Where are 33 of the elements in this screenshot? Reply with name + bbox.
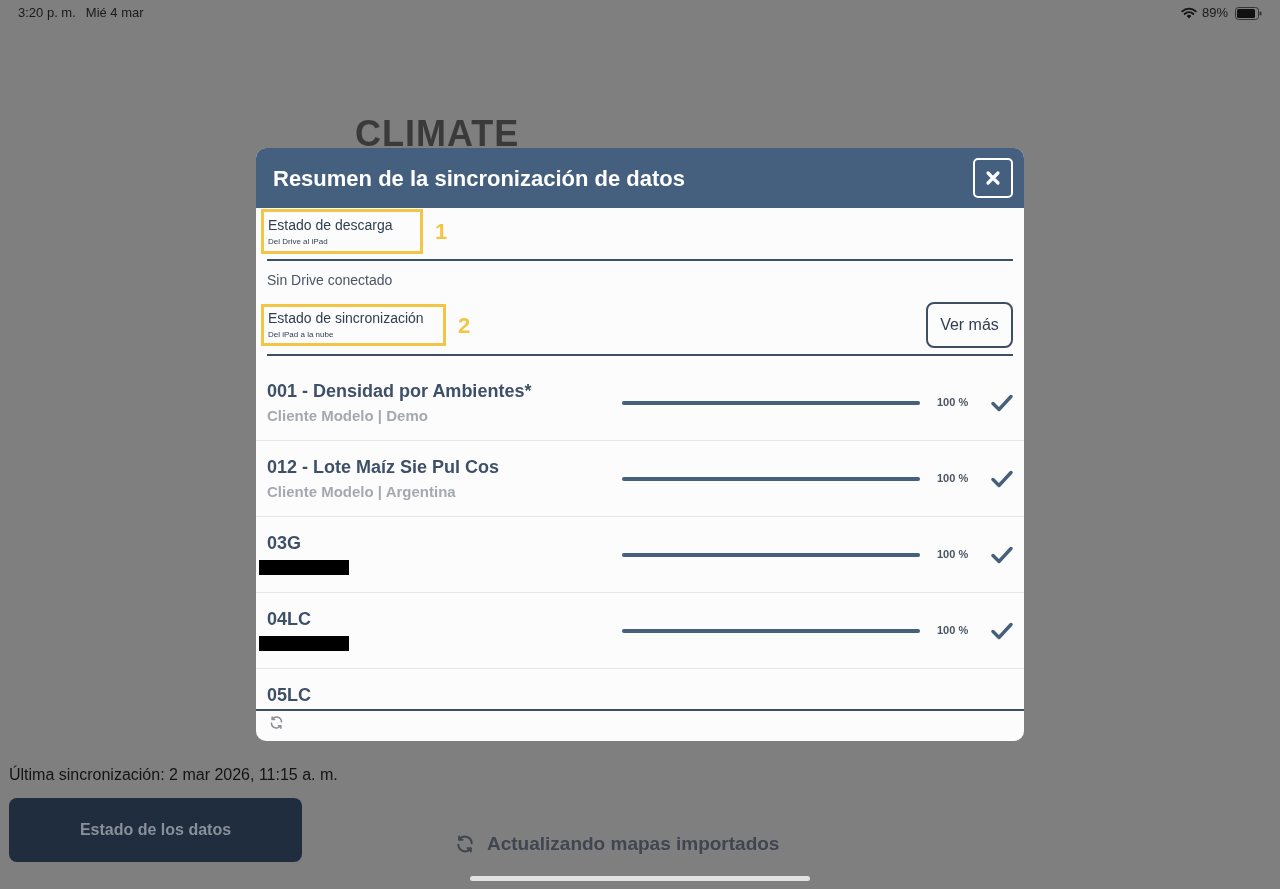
status-time: 3:20 p. m. [18,4,76,23]
item-subtitle: Cliente Modelo | Argentina [267,482,456,502]
sync-icon [455,834,475,854]
section-title: Estado de descarga [268,216,394,234]
refresh-icon[interactable] [269,715,284,730]
section-subtitle: Del iPad a la nube [268,330,335,340]
progress-percent: 100 % [937,547,970,563]
item-title: 03G [267,532,302,554]
battery-percent: 89% [1201,4,1228,23]
status-date: Mié 4 mar [85,4,144,23]
annotation-number: 1 [435,217,448,246]
progress-percent: 100 % [937,471,970,487]
item-title: 012 - Lote Maíz Sie Pul Cos [267,456,500,478]
item-title: 05LC [267,684,311,706]
see-more-button[interactable]: Ver más [926,302,1013,348]
app-logo: CLIMATE [355,114,520,154]
drive-status-text: Sin Drive conectado [267,271,393,289]
data-status-button[interactable]: Estado de los datos [9,798,302,862]
item-title: 04LC [267,608,311,630]
battery-icon [1235,6,1262,20]
item-subtitle: Cliente Modelo | Demo [267,406,428,426]
progress-percent: 100 % [937,623,970,639]
close-button[interactable] [973,158,1013,198]
annotation-number: 2 [458,311,471,340]
activity-text: Actualizando mapas importados [487,832,780,856]
close-icon [985,170,1001,186]
last-sync-text: Última sincronización: 2 mar 2026, 11:15 a. m. [9,765,338,785]
wifi-icon [1180,7,1197,19]
dialog-title: Resumen de la sincronización de datos [273,164,685,193]
section-title: Estado de sincronización [268,310,425,327]
section-subtitle: Del Drive al iPad [268,236,329,247]
item-title: 001 - Densidad por Ambientes* [267,380,532,402]
progress-percent: 100 % [937,395,970,411]
